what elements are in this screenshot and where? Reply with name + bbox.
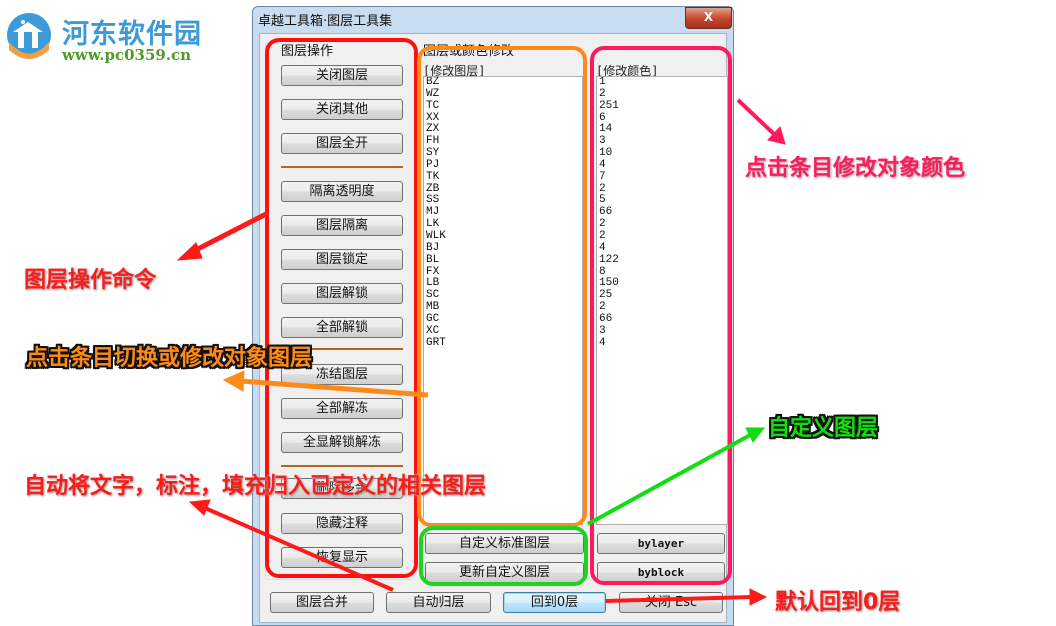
show-unlock-thaw-all-button[interactable]: 全显解锁解冻 (281, 432, 403, 453)
annotation-layer-ops: 图层操作命令 (24, 268, 157, 293)
layer-list-item[interactable]: TK (424, 171, 582, 184)
color-list-item[interactable]: 2 (597, 183, 727, 196)
delete-extra-button[interactable]: 删除多余 (281, 478, 403, 499)
back-to-layer-zero-button[interactable]: 回到0层 (503, 592, 606, 613)
isolate-layer-button[interactable]: 图层隔离 (281, 215, 403, 236)
close-others-button[interactable]: 关闭其他 (281, 99, 403, 120)
color-list-item[interactable]: 251 (597, 100, 727, 113)
watermark-url: www.pc0359.cn (62, 46, 192, 64)
layer-list-item[interactable]: GC (424, 313, 582, 326)
layer-list-item[interactable]: GRT (424, 337, 582, 350)
arrow-color-list (736, 98, 786, 145)
hide-annotation-button[interactable]: 隐藏注释 (281, 513, 403, 534)
byblock-button[interactable]: byblock (597, 562, 725, 583)
layer-list-item[interactable]: XX (424, 112, 582, 125)
color-list-item[interactable]: 10 (597, 147, 727, 160)
separator-2 (281, 348, 403, 350)
layer-list-item[interactable]: ZB (424, 183, 582, 196)
layer-list-item[interactable]: LB (424, 277, 582, 290)
layer-ops-group-label: 图层操作 (279, 40, 336, 59)
color-list-item[interactable]: 4 (597, 242, 727, 255)
layer-list-item[interactable]: SC (424, 289, 582, 302)
auto-assign-layer-button[interactable]: 自动归层 (386, 592, 491, 613)
unlock-all-button[interactable]: 全部解锁 (281, 317, 403, 338)
layer-list-item[interactable]: BZ (424, 77, 582, 89)
color-list-item[interactable]: 2 (597, 230, 727, 243)
separator-1 (281, 166, 403, 168)
layer-list-item[interactable]: SS (424, 195, 582, 207)
close-layer-button[interactable]: 关闭图层 (281, 65, 403, 86)
window-close-button[interactable]: X (685, 7, 732, 29)
layer-list-item[interactable]: MB (424, 301, 582, 314)
color-list-item[interactable]: 2 (597, 88, 727, 101)
restore-display-button[interactable]: 恢复显示 (281, 547, 403, 568)
layer-list-item[interactable]: XC (424, 325, 582, 338)
freeze-layer-button[interactable]: 冻结图层 (281, 364, 403, 385)
color-listbox[interactable]: 1 2 251 6 14 3 10 4 7 2 5 66 2 2 4 122 8 150 25 2 66 3 4 (596, 76, 728, 525)
color-list-item[interactable]: 6 (597, 112, 727, 125)
open-all-layers-button[interactable]: 图层全开 (281, 133, 403, 154)
bylayer-button[interactable]: bylayer (597, 533, 725, 554)
color-list-item[interactable]: 5 (597, 195, 727, 207)
layer-list-item[interactable]: SY (424, 147, 582, 160)
layer-list-item[interactable]: FH (424, 135, 582, 148)
color-list-item[interactable]: 14 (597, 124, 727, 136)
layer-list-item[interactable]: WZ (424, 88, 582, 101)
layer-list-item[interactable]: PJ (424, 159, 582, 172)
isolate-transparency-button[interactable]: 隔离透明度 (281, 181, 403, 202)
layer-ops-groupbox (265, 42, 415, 580)
separator-3 (281, 465, 403, 467)
site-logo-icon (7, 13, 51, 59)
color-list-item[interactable]: 3 (597, 135, 727, 148)
annotation-custom-layer: 自定义图层 (768, 416, 879, 441)
color-list-item[interactable]: 2 (597, 301, 727, 314)
unlock-layer-button[interactable]: 图层解锁 (281, 283, 403, 304)
custom-standard-layer-button[interactable]: 自定义标准图层 (425, 533, 584, 554)
layer-list-item[interactable]: MJ (424, 206, 582, 219)
close-esc-button[interactable]: 关闭 Esc (619, 592, 723, 613)
color-list-item[interactable]: 150 (597, 277, 727, 290)
layer-list-item[interactable]: LK (424, 218, 582, 231)
layer-list-item[interactable]: BL (424, 254, 582, 267)
window-title: 卓越工具箱·图层工具集 (258, 14, 393, 29)
update-custom-layer-button[interactable]: 更新自定义图层 (425, 562, 584, 583)
color-list-item[interactable]: 66 (597, 206, 727, 219)
color-list-item[interactable]: 122 (597, 254, 727, 267)
merge-layers-button[interactable]: 图层合并 (270, 592, 374, 613)
layer-list-item[interactable]: TC (424, 100, 582, 113)
layer-list-item[interactable]: FX (424, 266, 582, 279)
color-list-item[interactable]: 7 (597, 171, 727, 184)
layer-list-item[interactable]: WLK (424, 230, 582, 243)
color-list-item[interactable]: 1 (597, 77, 727, 89)
color-list-item[interactable]: 2 (597, 218, 727, 231)
layer-list-item[interactable]: BJ (424, 242, 582, 255)
layer-listbox[interactable]: BZ WZ TC XX ZX FH SY PJ TK ZB SS MJ LK WLK BJ BL FX LB SC M… (423, 76, 583, 525)
color-list-item[interactable]: 4 (597, 159, 727, 172)
color-list-item[interactable]: 3 (597, 325, 727, 338)
modify-group-label: 图层或颜色修改 (423, 44, 515, 59)
annotation-default-zero: 默认回到0层 (775, 590, 901, 615)
layer-list-item[interactable]: ZX (424, 124, 582, 136)
thaw-all-button[interactable]: 全部解冻 (281, 398, 403, 419)
annotation-click-color: 点击条目修改对象颜色 (745, 156, 966, 181)
color-list-item[interactable]: 66 (597, 313, 727, 326)
lock-layer-button[interactable]: 图层锁定 (281, 249, 403, 270)
color-list-item[interactable]: 4 (597, 337, 727, 350)
color-list-item[interactable]: 25 (597, 289, 727, 302)
